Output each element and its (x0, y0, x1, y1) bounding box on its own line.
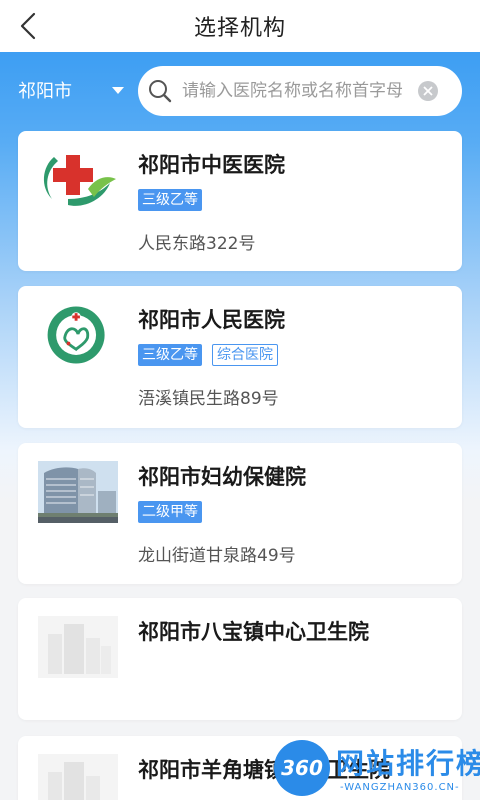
hospital-address: 龙山街道甘泉路49号 (138, 546, 296, 566)
circular-emblem-logo (47, 306, 105, 364)
search-icon (149, 80, 172, 103)
placeholder-building-icon (38, 616, 118, 678)
chevron-left-icon (20, 12, 36, 40)
hospital-card[interactable]: 祁阳市中医医院 三级乙等 人民东路322号 (18, 131, 462, 271)
hospital-name: 祁阳市妇幼保健院 (138, 465, 306, 489)
hospital-card[interactable]: 祁阳市八宝镇中心卫生院 (18, 598, 462, 720)
hospital-name: 祁阳市八宝镇中心卫生院 (138, 620, 369, 644)
search-bar[interactable] (138, 66, 462, 116)
search-input[interactable] (182, 81, 418, 101)
hospital-address: 浯溪镇民生路89号 (138, 389, 279, 409)
hospital-name: 祁阳市人民医院 (138, 308, 285, 332)
hospital-card[interactable]: 祁阳市妇幼保健院 二级甲等 龙山街道甘泉路49号 (18, 443, 462, 584)
watermark-text: 网站排行榜 (336, 747, 480, 780)
placeholder-building-icon (38, 754, 118, 800)
filter-background (0, 52, 480, 502)
page-title: 选择机构 (193, 16, 286, 41)
back-button[interactable] (14, 8, 42, 44)
grade-badge: 三级乙等 (138, 344, 202, 366)
top-bar: 选择机构 (0, 0, 480, 52)
grade-badge: 二级甲等 (138, 501, 202, 523)
type-badge: 综合医院 (212, 344, 278, 366)
hospital-card[interactable]: 祁阳市人民医院 三级乙等 综合医院 浯溪镇民生路89号 (18, 286, 462, 428)
building-photo (38, 461, 118, 523)
cross-leaf-logo (43, 155, 116, 206)
city-selector[interactable]: 祁阳市 (18, 68, 130, 112)
clear-icon[interactable] (418, 81, 438, 101)
caret-down-icon (112, 87, 124, 94)
watermark-subtext: -WANGZHAN360.CN- (340, 782, 460, 793)
city-label: 祁阳市 (18, 81, 72, 102)
watermark-logo: 360 网站排行榜 -WANGZHAN360.CN- (270, 738, 480, 800)
hospital-name: 祁阳市中医医院 (138, 153, 285, 177)
grade-badge: 三级乙等 (138, 189, 202, 211)
watermark-badge: 360 (274, 740, 330, 796)
hospital-address: 人民东路322号 (138, 234, 256, 254)
